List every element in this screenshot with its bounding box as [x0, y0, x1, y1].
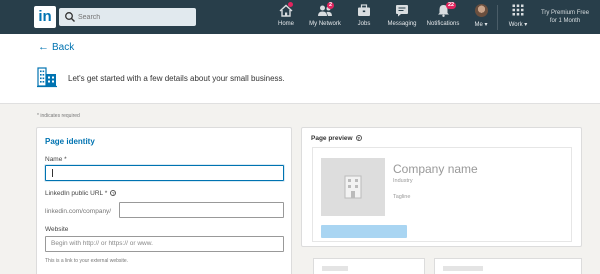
nav-me[interactable]: Me ▾ — [470, 4, 492, 32]
website-label: Website — [45, 226, 69, 233]
preview-tagline: Tagline — [393, 194, 411, 200]
avatar — [474, 4, 488, 17]
nav-my-network-label: My Network — [309, 21, 341, 27]
notifications-badge: 22 — [446, 2, 457, 9]
nav-messaging[interactable]: Messaging — [385, 4, 419, 32]
name-label: Name * — [45, 156, 67, 163]
public-url-field[interactable] — [119, 202, 284, 218]
preview-title: Page preview — [311, 135, 353, 142]
nav-home[interactable]: Home — [274, 2, 298, 32]
placeholder-bar — [322, 266, 348, 271]
text-caret — [52, 169, 53, 177]
website-help-text: This is a link to your external website. — [45, 258, 129, 264]
help-question-icon[interactable]: ? — [110, 190, 117, 197]
nav-work[interactable]: Work ▾ — [506, 4, 530, 32]
nav-jobs-label: Jobs — [357, 21, 371, 27]
header-panel: ← Back Let's get started with a few detai… — [0, 34, 600, 104]
home-dot — [288, 2, 293, 7]
url-prefix: linkedin.com/company/ — [45, 208, 112, 215]
work-grid-icon — [512, 4, 524, 16]
website-placeholder: Begin with http:// or https:// or www. — [51, 240, 153, 247]
preview-title-row: Page preview? — [311, 135, 362, 142]
premium-line-1: Try Premium Free — [540, 10, 590, 16]
company-logo-placeholder — [321, 158, 385, 216]
nav-me-label: Me ▾ — [474, 22, 488, 28]
messaging-icon — [396, 5, 408, 17]
preview-industry: Industry — [393, 178, 413, 184]
back-label: Back — [52, 42, 75, 53]
lower-preview-card-2 — [434, 258, 582, 274]
nav-notifications[interactable]: 22 Notifications — [425, 2, 461, 32]
preview-help-icon[interactable]: ? — [355, 135, 362, 142]
back-link[interactable]: ← Back — [38, 41, 74, 53]
small-business-icon — [37, 67, 57, 88]
nav-notifications-label: Notifications — [426, 21, 460, 27]
try-premium-link[interactable]: Try Premium Free for 1 Month — [538, 9, 592, 25]
linkedin-logo[interactable]: in — [34, 6, 56, 28]
section-title: Page identity — [45, 137, 95, 146]
url-label-row: LinkedIn public URL *? — [45, 190, 117, 197]
page-identity-card: Page identity Name * LinkedIn public URL… — [36, 127, 292, 274]
placeholder-bar — [443, 266, 483, 271]
url-label: LinkedIn public URL * — [45, 190, 108, 197]
website-field[interactable]: Begin with http:// or https:// or www. — [45, 236, 284, 252]
back-arrow-icon: ← — [38, 41, 49, 53]
search-bar[interactable] — [59, 8, 196, 26]
page-preview-card: Page preview? Company name Industry Tagl… — [301, 127, 582, 247]
nav-work-label: Work ▾ — [508, 22, 528, 28]
nav-jobs[interactable]: Jobs — [354, 4, 374, 32]
search-icon — [65, 12, 75, 22]
nav-my-network[interactable]: 2 My Network — [306, 2, 344, 32]
jobs-icon — [358, 4, 370, 16]
intro-text: Let's get started with a few details abo… — [68, 74, 285, 83]
premium-line-2: for 1 Month — [549, 18, 581, 24]
nav-messaging-label: Messaging — [387, 21, 417, 27]
preview-follow-button — [321, 225, 407, 238]
lower-preview-card-1 — [313, 258, 425, 274]
my-network-badge: 2 — [327, 2, 335, 9]
nav-home-label: Home — [277, 21, 294, 27]
top-nav: in Home 2 My Network — [0, 0, 600, 34]
required-note: * indicates required — [37, 113, 80, 119]
search-input[interactable] — [78, 10, 188, 24]
nav-divider — [497, 5, 498, 30]
building-icon — [344, 175, 362, 199]
preview-company-name: Company name — [393, 162, 478, 176]
name-field[interactable] — [45, 165, 284, 181]
preview-body: Company name Industry Tagline — [312, 147, 572, 242]
